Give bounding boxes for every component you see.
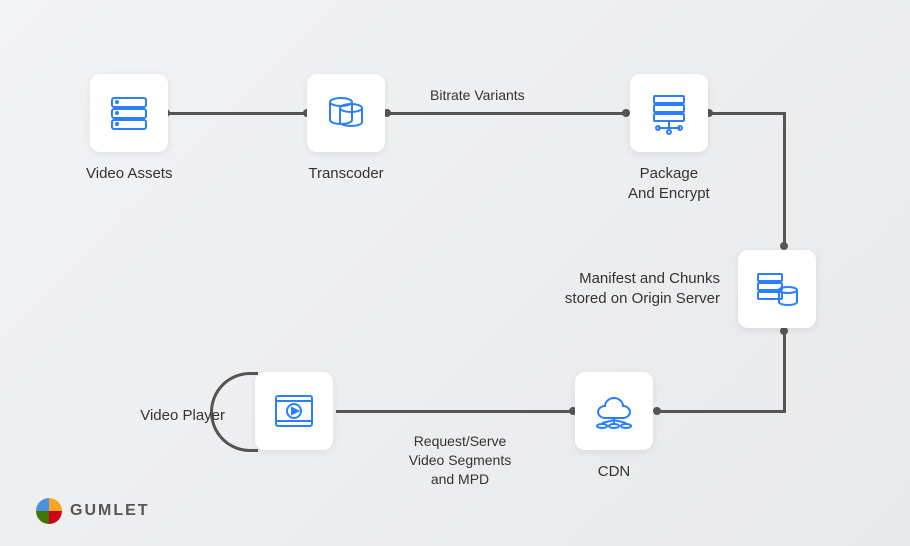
node-label: Transcoder [307, 164, 385, 184]
node-label: CDN [575, 462, 653, 482]
edge-label-bitrate: Bitrate Variants [430, 86, 525, 105]
origin-server-icon [738, 250, 816, 328]
node-video-assets: Video Assets [86, 74, 172, 184]
node-cdn: CDN [575, 372, 653, 482]
diagram-canvas: Bitrate Variants Request/Serve Video Seg… [0, 0, 910, 546]
text: Manifest and Chunks [579, 270, 720, 287]
node-transcoder: Transcoder [307, 74, 385, 184]
node-label: Manifest and Chunks stored on Origin Ser… [530, 269, 720, 310]
text: Package [640, 165, 698, 182]
text: Request/Serve [414, 433, 507, 449]
package-icon [630, 74, 708, 152]
video-assets-icon [90, 74, 168, 152]
node-label: Video Player [130, 406, 225, 426]
text: stored on Origin Server [565, 290, 720, 307]
node-origin: Manifest and Chunks stored on Origin Ser… [530, 250, 816, 328]
edge-down-to-origin [783, 112, 786, 245]
text: and MPD [431, 471, 489, 487]
transcoder-icon [307, 74, 385, 152]
edge-label-request: Request/Serve Video Segments and MPD [380, 432, 540, 489]
text: Video Segments [409, 452, 511, 468]
video-player-icon [255, 372, 333, 450]
edge-cdn-player [336, 410, 572, 413]
edge-dot [780, 327, 788, 335]
node-player: Video Player [130, 372, 333, 450]
edge-assets-transcoder [165, 112, 307, 115]
edge-origin-down [783, 330, 786, 412]
edge-transcoder-package [386, 112, 626, 115]
brand-name: GUMLET [70, 502, 150, 520]
edge-dot [780, 242, 788, 250]
node-label: Package And Encrypt [628, 164, 710, 205]
text: And Encrypt [628, 185, 710, 202]
edge-dot [653, 407, 661, 415]
node-label: Video Assets [86, 164, 172, 184]
brand-logo: GUMLET [36, 498, 150, 524]
edge-to-cdn [656, 410, 786, 413]
edge-package-right [708, 112, 786, 115]
gumlet-logo-icon [36, 498, 62, 524]
cdn-icon [575, 372, 653, 450]
node-package: Package And Encrypt [628, 74, 710, 205]
